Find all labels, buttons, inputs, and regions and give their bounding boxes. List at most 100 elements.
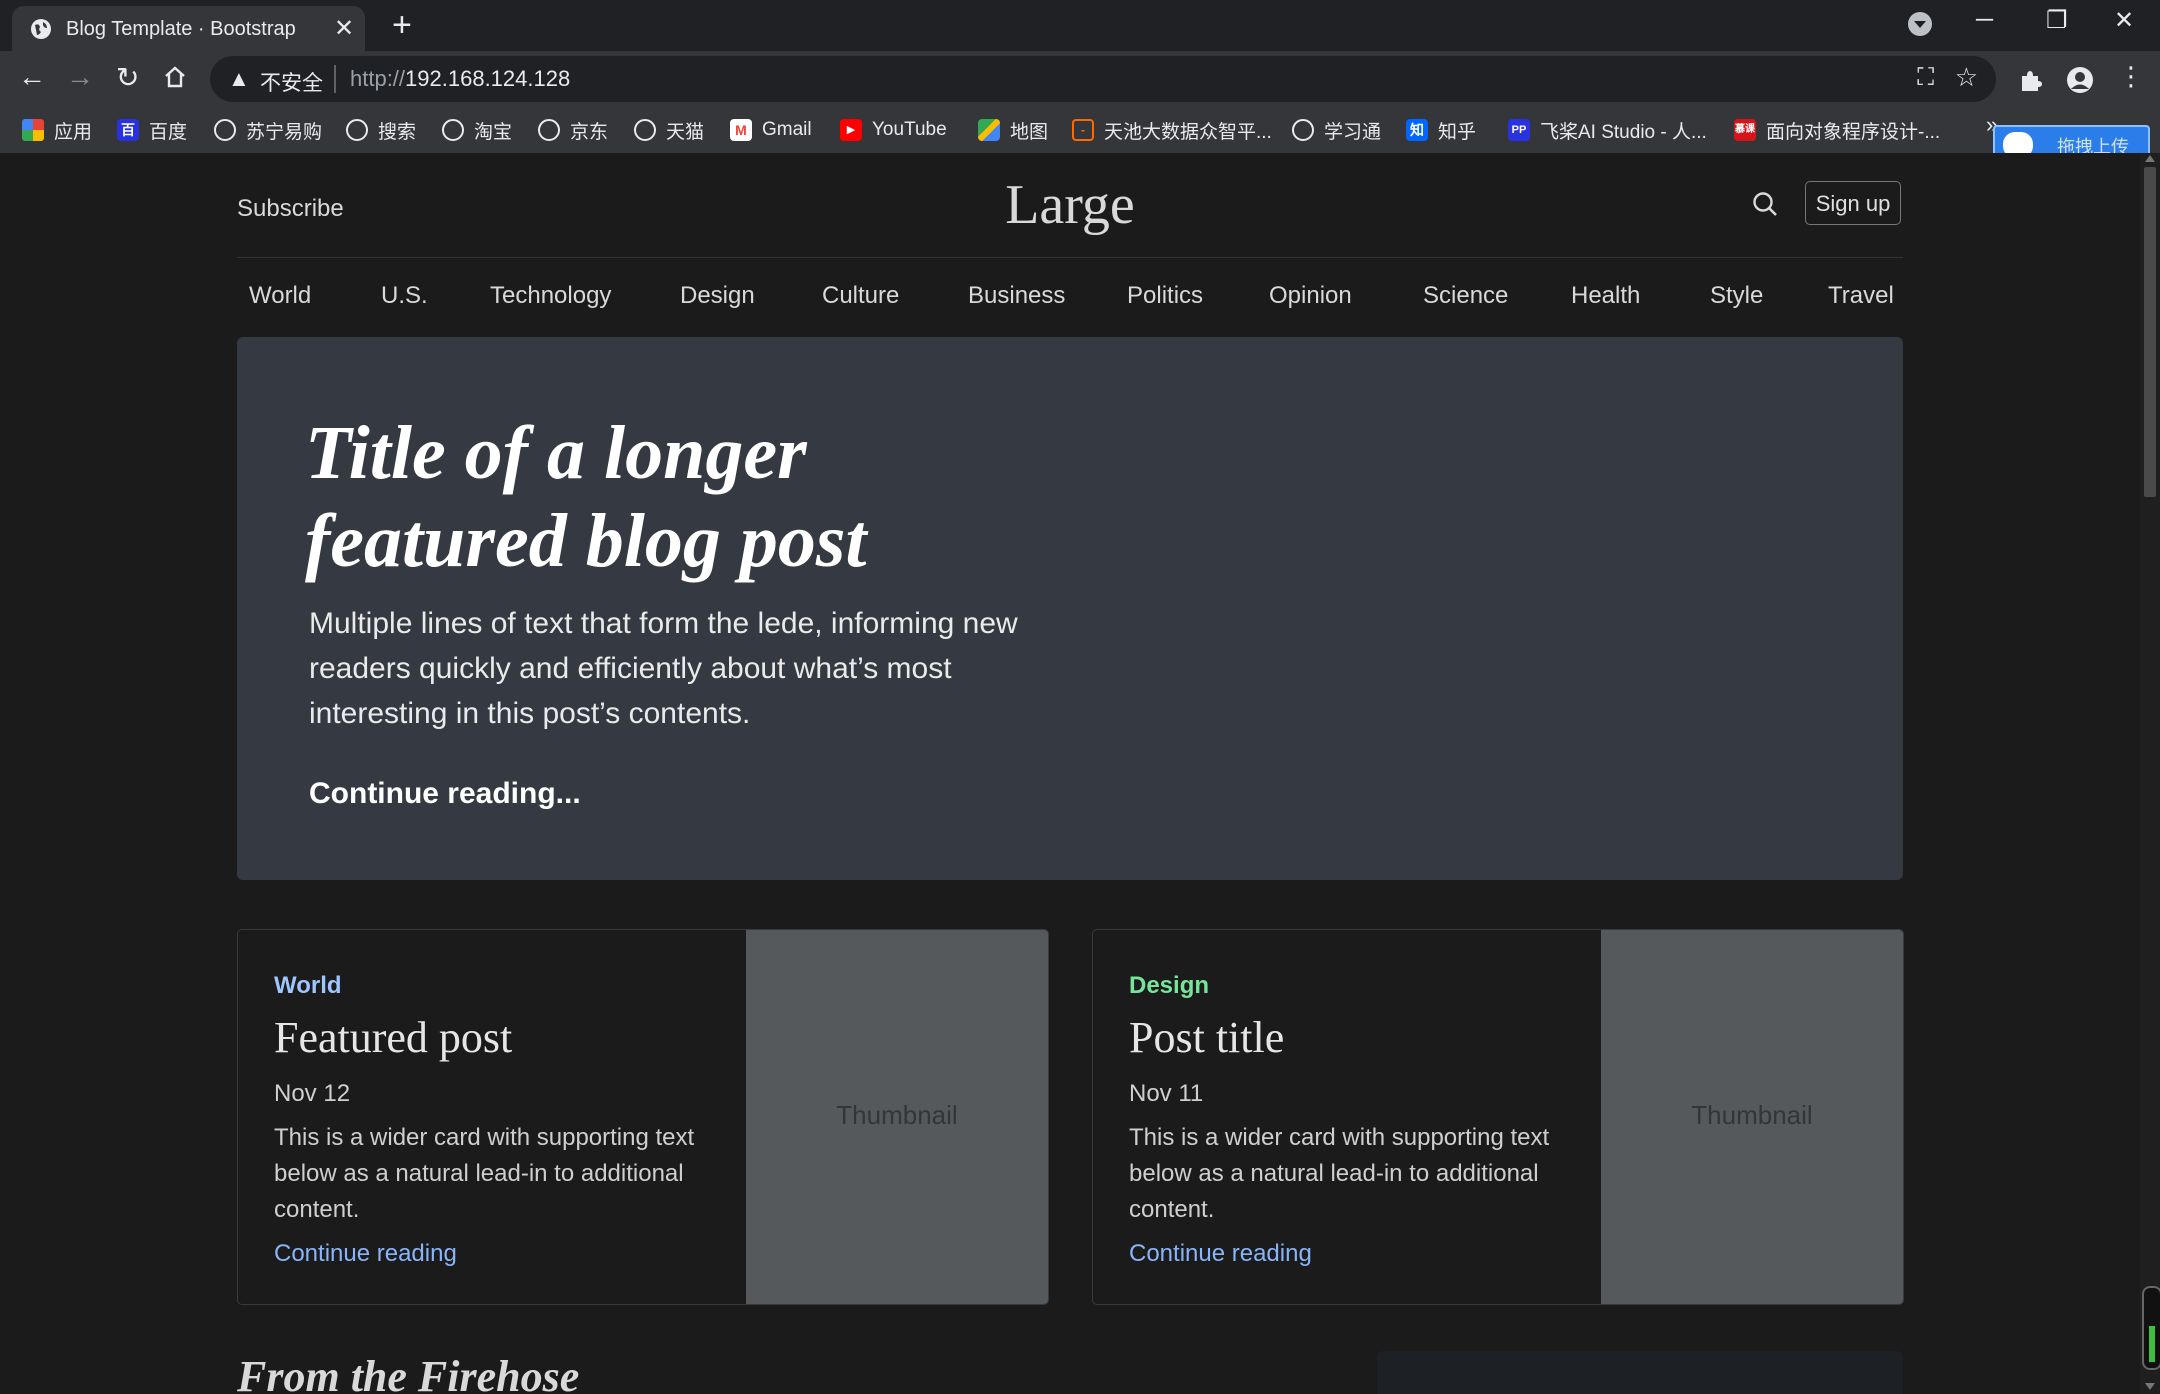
card-text: This is a wider card with supporting tex… xyxy=(1129,1124,1550,1223)
scroll-down-icon[interactable] xyxy=(2145,1383,2155,1390)
blog-header: Subscribe Large Sign up xyxy=(237,153,1903,258)
nav-item-us[interactable]: U.S. xyxy=(381,282,428,310)
bookmark-label: 学习通 xyxy=(1324,121,1382,143)
card-text: This is a wider card with supporting tex… xyxy=(274,1124,695,1223)
baidu-icon: 百 xyxy=(117,119,139,141)
address-bar[interactable]: ▲ 不安全 http://192.168.124.128 ⛶ ☆ xyxy=(210,56,1996,102)
bookmark-tmall[interactable]: 天猫 xyxy=(634,115,704,145)
menu-kebab-icon[interactable]: ⋮ xyxy=(2118,61,2144,92)
bookmark-suning[interactable]: 苏宁易购 xyxy=(214,115,322,145)
bookmark-baidu[interactable]: 百 百度 xyxy=(117,115,187,145)
card-thumbnail: Thumbnail xyxy=(746,930,1048,1304)
hero-title-line: Title of a longer xyxy=(305,411,807,495)
bookmark-apps[interactable]: 应用 xyxy=(22,115,92,145)
bookmark-label: 百度 xyxy=(149,121,188,143)
bookmark-jd[interactable]: 京东 xyxy=(538,115,608,145)
nav-item-travel[interactable]: Travel xyxy=(1828,282,1894,310)
paddle-icon: PP xyxy=(1508,119,1530,141)
nav-item-business[interactable]: Business xyxy=(968,282,1065,310)
bookmark-search[interactable]: 搜索 xyxy=(346,115,416,145)
minimize-button[interactable]: ─ xyxy=(1976,6,1993,34)
security-label: 不安全 xyxy=(260,72,323,95)
browser-chrome: Blog Template · Bootstrap ✕ + ─ ❐ ✕ ← → … xyxy=(0,0,2160,153)
bookmark-youtube[interactable]: ▶ YouTube xyxy=(840,115,947,145)
globe-icon xyxy=(538,119,560,141)
card-title: Featured post xyxy=(274,1013,513,1062)
maps-icon xyxy=(978,119,1000,141)
bookmark-label: 飞桨AI Studio - 人... xyxy=(1540,121,1707,143)
restore-button[interactable]: ❐ xyxy=(2046,6,2068,35)
gmail-icon: M xyxy=(730,119,752,141)
hero-lede: Multiple lines of text that form the led… xyxy=(309,607,1018,730)
post-card: Design Post title Nov 11 This is a wider… xyxy=(1092,929,1904,1305)
home-icon[interactable] xyxy=(163,65,187,89)
card-category: Design xyxy=(1129,972,1210,999)
bookmarks-bar: 应用 百 百度 苏宁易购 搜索 淘宝 京东 天猫 M Gmail ▶ YouTu… xyxy=(0,107,2160,153)
reload-icon[interactable]: ↻ xyxy=(116,61,139,94)
card-continue-link[interactable]: Continue reading xyxy=(274,1240,457,1268)
browser-tab[interactable]: Blog Template · Bootstrap ✕ xyxy=(12,6,365,51)
bookmark-paddle[interactable]: PP 飞桨AI Studio - 人... xyxy=(1508,115,1707,145)
tianchi-icon: - xyxy=(1072,119,1094,141)
tab-title: Blog Template · Bootstrap xyxy=(66,18,296,40)
bookmark-zhihu[interactable]: 知 知乎 xyxy=(1406,115,1476,145)
url-text[interactable]: http://192.168.124.128 xyxy=(350,66,570,92)
nav-item-world[interactable]: World xyxy=(249,282,311,310)
youtube-icon: ▶ xyxy=(840,119,862,141)
divider xyxy=(334,65,336,93)
card-continue-link[interactable]: Continue reading xyxy=(1129,1240,1312,1268)
hero-title: Title of a longer featured blog post xyxy=(305,409,1205,585)
nav-item-design[interactable]: Design xyxy=(680,282,755,310)
card-title: Post title xyxy=(1129,1013,1285,1062)
nav-item-science[interactable]: Science xyxy=(1423,282,1508,310)
bookmark-label: 知乎 xyxy=(1438,121,1477,143)
back-icon[interactable]: ← xyxy=(18,61,46,93)
bookmark-gmail[interactable]: M Gmail xyxy=(730,115,812,145)
bookmark-xuexitong[interactable]: 学习通 xyxy=(1292,115,1381,145)
globe-icon xyxy=(214,119,236,141)
profile-icon[interactable] xyxy=(2066,66,2094,94)
bookmark-taobao[interactable]: 淘宝 xyxy=(442,115,512,145)
sign-up-button[interactable]: Sign up xyxy=(1805,181,1901,225)
thumbnail-label: Thumbnail xyxy=(836,1100,958,1130)
bookmark-tianchi[interactable]: - 天池大数据众智平... xyxy=(1072,115,1272,145)
bookmark-label: 天猫 xyxy=(666,121,705,143)
bookmark-label: 面向对象程序设计-... xyxy=(1766,121,1941,143)
nav-item-technology[interactable]: Technology xyxy=(490,282,611,310)
site-brand[interactable]: Large xyxy=(237,173,1903,237)
course-icon: 慕课 xyxy=(1734,119,1756,141)
globe-icon xyxy=(634,119,656,141)
apps-grid-icon xyxy=(22,119,44,141)
card-date: Nov 12 xyxy=(274,1080,351,1107)
post-card: World Featured post Nov 12 This is a wid… xyxy=(237,929,1049,1305)
search-icon[interactable] xyxy=(1752,191,1778,217)
nav-item-culture[interactable]: Culture xyxy=(822,282,899,310)
nav-item-health[interactable]: Health xyxy=(1571,282,1640,310)
bookmark-maps[interactable]: 地图 xyxy=(978,115,1048,145)
card-category: World xyxy=(274,972,342,999)
zhihu-icon: 知 xyxy=(1406,119,1428,141)
bookmark-course[interactable]: 慕课 面向对象程序设计-... xyxy=(1734,115,1940,145)
sidebar-box xyxy=(1377,1351,1903,1394)
nav-item-opinion[interactable]: Opinion xyxy=(1269,282,1352,310)
forward-icon[interactable]: → xyxy=(66,61,94,93)
bookmark-star-icon[interactable]: ☆ xyxy=(1955,62,1978,93)
nav-item-politics[interactable]: Politics xyxy=(1127,282,1203,310)
nav-item-style[interactable]: Style xyxy=(1710,282,1763,310)
extensions-icon[interactable] xyxy=(2018,67,2044,93)
close-window-button[interactable]: ✕ xyxy=(2114,6,2134,35)
card-date: Nov 11 xyxy=(1129,1080,1204,1107)
scrollbar-thumb[interactable] xyxy=(2144,167,2156,497)
tab-strip: Blog Template · Bootstrap ✕ + ─ ❐ ✕ xyxy=(0,0,2160,51)
hero-continue-link[interactable]: Continue reading... xyxy=(309,777,581,811)
page-scrollbar[interactable] xyxy=(2140,153,2160,1394)
tab-search-icon[interactable] xyxy=(1908,12,1932,36)
bookmark-label: Gmail xyxy=(762,119,812,140)
tab-close-icon[interactable]: ✕ xyxy=(334,14,354,43)
card-thumbnail: Thumbnail xyxy=(1601,930,1903,1304)
new-tab-button[interactable]: + xyxy=(392,6,412,45)
scroll-up-icon[interactable] xyxy=(2145,155,2155,162)
bookmark-label: 京东 xyxy=(570,121,609,143)
warning-icon: ▲ xyxy=(228,66,250,91)
translate-icon[interactable]: ⛶ xyxy=(1917,64,1934,92)
